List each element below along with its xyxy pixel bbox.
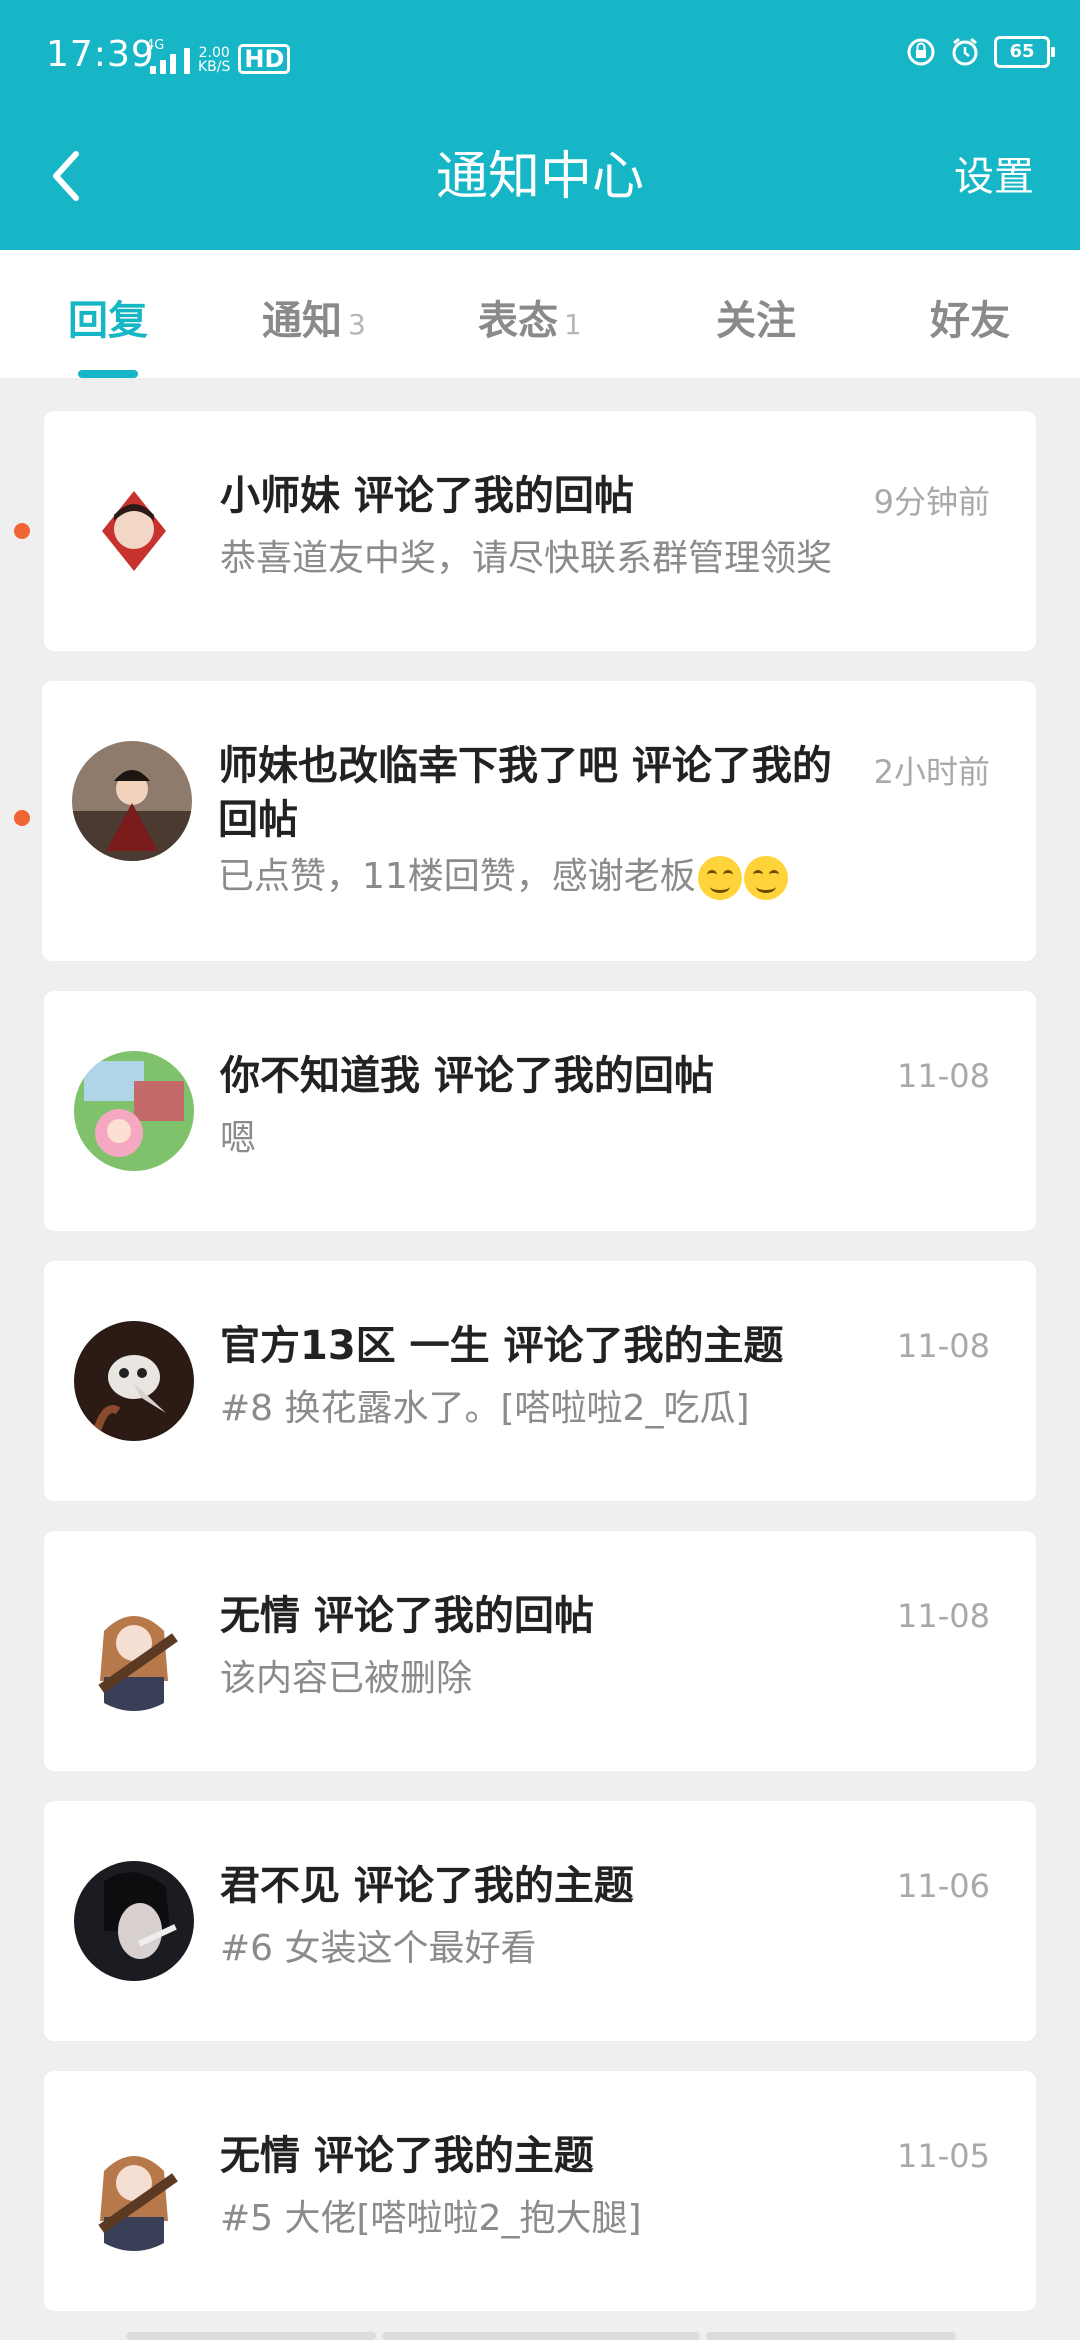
- network-indicator: 4G 2.00 KB/S HD: [140, 34, 291, 75]
- notification-time: 9分钟前: [873, 483, 990, 521]
- smile-emoji-icon: [743, 856, 788, 900]
- tab-label: 关注: [716, 298, 796, 344]
- notification-item[interactable]: 师妹也改临幸下我了吧 评论了我的回帖 2小时前 已点赞，11楼回赞，感谢老板: [42, 681, 1036, 961]
- tab-count-badge: 3: [348, 308, 366, 341]
- notification-title: 君不见 评论了我的主题: [220, 1863, 634, 1909]
- battery-icon: 65: [994, 36, 1055, 68]
- notification-time: 2小时前: [873, 753, 990, 791]
- notification-item[interactable]: 你不知道我 评论了我的回帖 11-08 嗯: [44, 991, 1036, 1231]
- notification-content: #8 换花露水了。[嗒啦啦2_吃瓜]: [220, 1388, 750, 1429]
- avatar[interactable]: [74, 1051, 194, 1171]
- notification-content: 已点赞，11楼回赞，感谢老板: [218, 853, 1006, 901]
- network-speed: 2.00 KB/S: [198, 45, 231, 75]
- tab-friends[interactable]: 好友: [930, 288, 1010, 346]
- tab-reply[interactable]: 回复: [68, 288, 148, 346]
- settings-button[interactable]: 设置: [954, 144, 1034, 202]
- status-icons: 65: [906, 36, 1055, 68]
- notification-item[interactable]: 君不见 评论了我的主题 11-06 #6 女装这个最好看: [44, 1801, 1036, 2041]
- app-header: 17:39 4G 2.00 KB/S HD 65 通知中心 设置: [0, 0, 1080, 250]
- status-time: 17:39: [46, 34, 155, 75]
- tab-label: 通知: [262, 298, 342, 344]
- notification-content: 恭喜道友中奖，请尽快联系群管理领奖: [220, 538, 833, 579]
- active-tab-indicator: [78, 370, 138, 378]
- signal-bars-icon: [184, 40, 190, 74]
- tab-follow[interactable]: 关注: [716, 288, 796, 346]
- avatar[interactable]: [74, 471, 194, 591]
- notification-title: 无情 评论了我的回帖: [220, 1593, 594, 1639]
- status-bar: 17:39 4G 2.00 KB/S HD 65: [0, 0, 1080, 110]
- notification-item[interactable]: 无情 评论了我的回帖 11-08 该内容已被删除: [44, 1531, 1036, 1771]
- tab-count-badge: 1: [564, 308, 582, 341]
- alarm-icon: [952, 37, 978, 66]
- notification-title: 无情 评论了我的主题: [220, 2133, 594, 2179]
- notification-title: 师妹也改临幸下我了吧 评论了我的回帖: [218, 743, 832, 843]
- avatar[interactable]: [74, 2131, 194, 2251]
- tab-reaction[interactable]: 表态 1: [478, 288, 582, 346]
- page-title: 通知中心: [435, 147, 644, 207]
- notification-title: 小师妹 评论了我的回帖: [220, 473, 634, 519]
- notification-item[interactable]: 无情 评论了我的主题 11-05 #5 大佬[嗒啦啦2_抱大腿]: [44, 2071, 1036, 2311]
- notification-time: 11-08: [897, 1327, 990, 1365]
- notification-content: #5 大佬[嗒啦啦2_抱大腿]: [220, 2198, 642, 2239]
- notification-item[interactable]: 小师妹 评论了我的回帖 9分钟前 恭喜道友中奖，请尽快联系群管理领奖: [44, 411, 1036, 651]
- notification-content: 该内容已被删除: [220, 1658, 473, 1699]
- tab-bar: 回复 通知 3 表态 1 关注 好友: [0, 250, 1080, 378]
- smile-emoji-icon: [697, 856, 742, 900]
- notification-content-text: 已点赞，11楼回赞，感谢老板: [218, 856, 696, 897]
- tab-label: 回复: [68, 298, 148, 344]
- notification-content: 嗯: [220, 1118, 257, 1159]
- avatar[interactable]: [72, 741, 192, 861]
- avatar[interactable]: [74, 1591, 194, 1711]
- navbar: 通知中心 设置: [0, 110, 1080, 250]
- bottom-scroll-indicator: [0, 2328, 1080, 2340]
- unread-dot: [14, 810, 30, 826]
- notification-time: 11-06: [897, 1867, 990, 1905]
- lock-rotation-icon: [907, 38, 935, 66]
- notification-item[interactable]: 官方13区 一生 评论了我的主题 11-08 #8 换花露水了。[嗒啦啦2_吃瓜…: [44, 1261, 1036, 1501]
- hd-icon: HD: [238, 44, 291, 74]
- tab-label: 表态: [478, 298, 558, 344]
- notification-title: 你不知道我 评论了我的回帖: [220, 1053, 714, 1099]
- avatar[interactable]: [74, 1321, 194, 1441]
- tab-label: 好友: [930, 298, 1010, 344]
- avatar[interactable]: [74, 1861, 194, 1981]
- signal-icon: [150, 40, 176, 74]
- tab-notice[interactable]: 通知 3: [262, 288, 366, 346]
- notification-content: #6 女装这个最好看: [220, 1928, 537, 1969]
- notification-time: 11-08: [897, 1057, 990, 1095]
- notification-time: 11-08: [897, 1597, 990, 1635]
- notification-time: 11-05: [897, 2137, 990, 2175]
- unread-dot: [14, 523, 30, 539]
- notification-title: 官方13区 一生 评论了我的主题: [220, 1323, 784, 1369]
